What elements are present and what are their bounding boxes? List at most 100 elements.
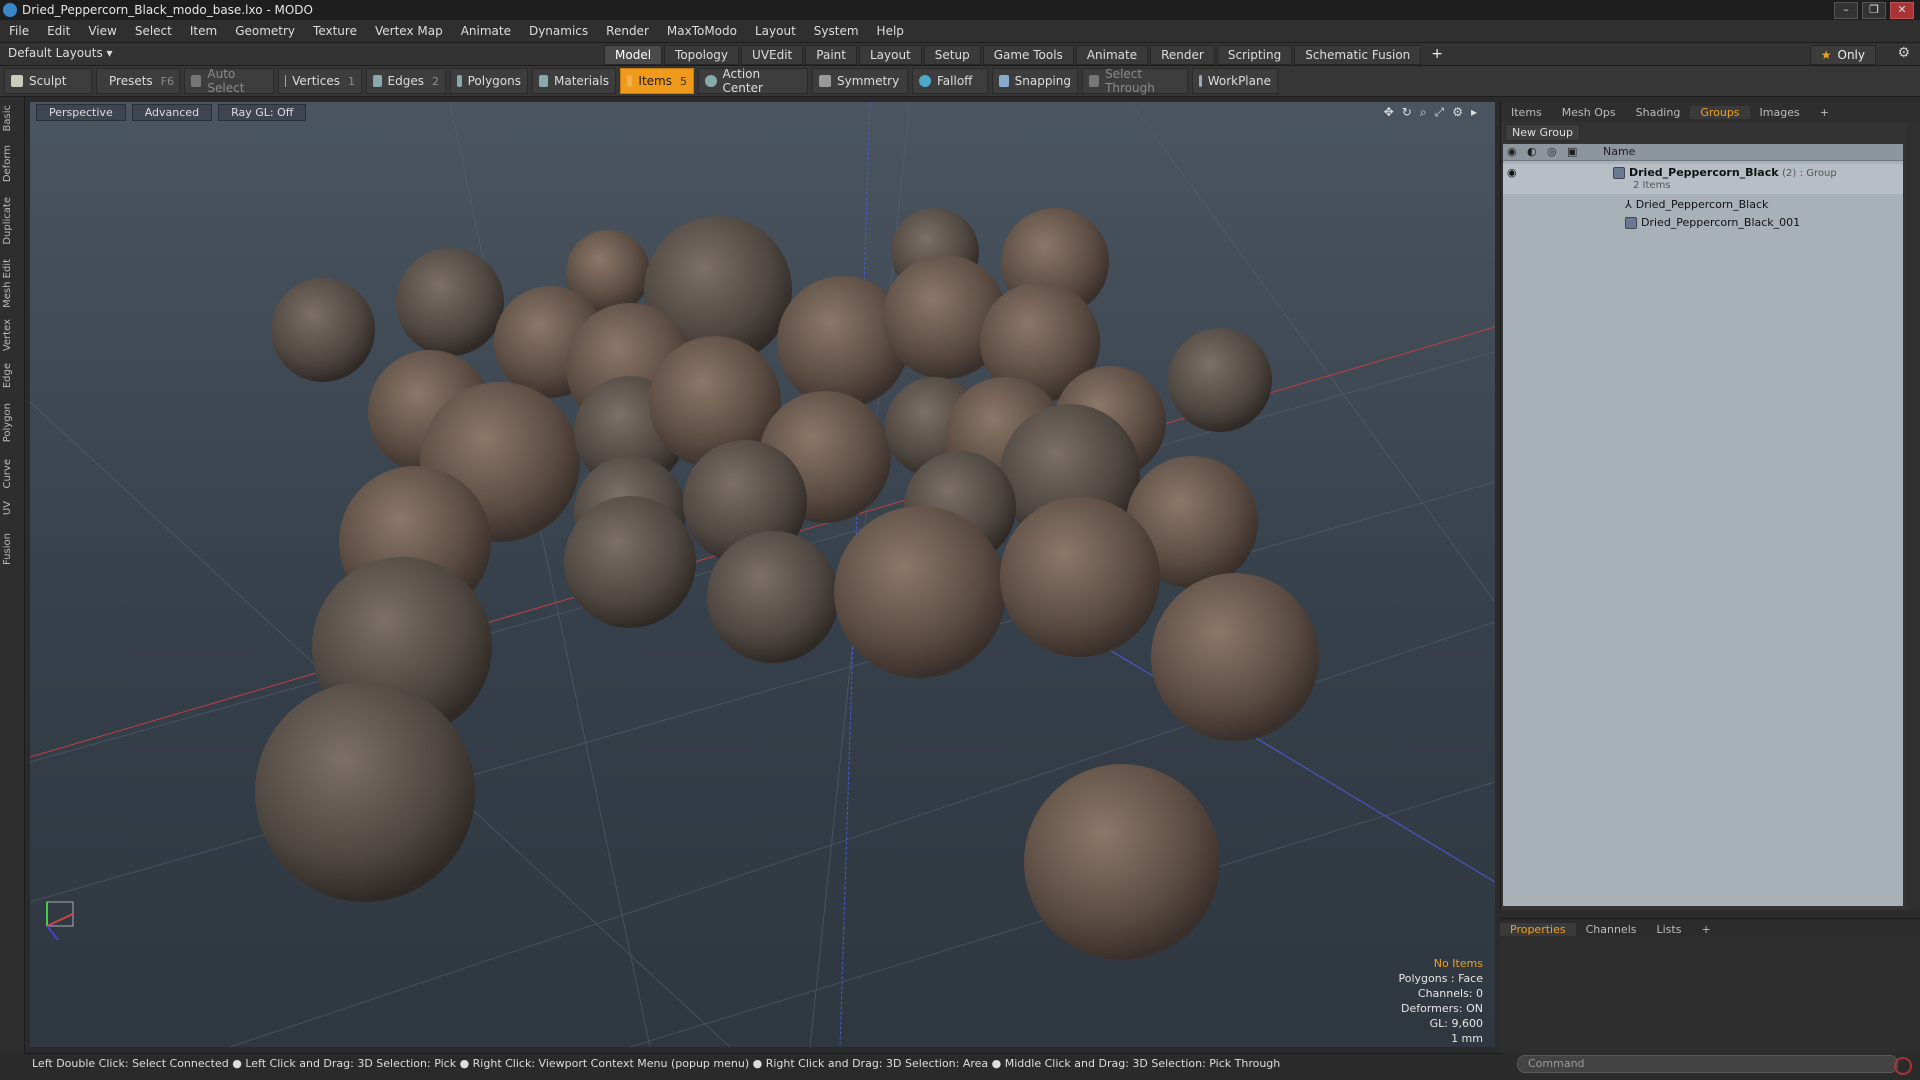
properties-tabs: Properties Channels Lists +: [1500, 919, 1920, 939]
minimize-button[interactable]: –: [1834, 2, 1858, 19]
only-toggle[interactable]: ★ Only: [1809, 45, 1876, 65]
menu-texture[interactable]: Texture: [304, 24, 366, 38]
sculpt-button[interactable]: Sculpt: [4, 68, 92, 94]
edges-button[interactable]: Edges 2: [366, 68, 446, 94]
menu-render[interactable]: Render: [597, 24, 658, 38]
maximize-button[interactable]: ❐: [1862, 2, 1886, 19]
properties-panel: Properties Channels Lists +: [1500, 918, 1920, 1053]
tab-uvedit[interactable]: UVEdit: [741, 45, 804, 65]
group-visibility-eye-icon[interactable]: ◉: [1507, 166, 1517, 179]
tab-scripting[interactable]: Scripting: [1216, 45, 1293, 65]
tab-properties[interactable]: Properties: [1500, 922, 1576, 936]
group-row[interactable]: ◉ Dried_Peppercorn_Black (2) : Group 2 I…: [1503, 164, 1903, 194]
menu-layout[interactable]: Layout: [746, 24, 805, 38]
3d-viewport[interactable]: Perspective Advanced Ray GL: Off ✥ ↻ ⌕ ⤢…: [30, 102, 1495, 1047]
auto-select-label: Auto Select: [207, 67, 245, 95]
tab-items[interactable]: Items: [1501, 106, 1552, 119]
panel-scrollbar[interactable]: [1907, 122, 1920, 910]
tab-layout[interactable]: Layout: [858, 45, 922, 65]
list-item[interactable]: Dried_Peppercorn_Black_001: [1503, 214, 1903, 232]
axis-gizmo-icon: [46, 901, 74, 941]
menu-maxtomodo[interactable]: MaxToModo: [658, 24, 746, 38]
add-panel-tab-button[interactable]: +: [1810, 106, 1839, 119]
pan-icon[interactable]: ✥: [1384, 105, 1394, 120]
polygons-button[interactable]: Polygons: [450, 68, 528, 94]
new-group-button[interactable]: New Group: [1505, 124, 1580, 141]
select-through-icon: [1089, 75, 1100, 87]
zoom-icon[interactable]: ⌕: [1420, 105, 1427, 120]
vertices-button[interactable]: Vertices 1: [278, 68, 362, 94]
add-properties-tab-button[interactable]: +: [1691, 923, 1720, 936]
tab-duplicate[interactable]: Duplicate: [2, 197, 22, 245]
viewport-settings-icon[interactable]: ⚙: [1452, 105, 1463, 120]
snapping-button[interactable]: Snapping: [992, 68, 1078, 94]
action-center-label: Action Center: [722, 67, 763, 95]
tab-edge[interactable]: Edge: [2, 363, 22, 388]
tab-deform[interactable]: Deform: [2, 145, 22, 182]
expand-arrow-icon[interactable]: ▸: [1471, 105, 1477, 120]
menu-vertex-map[interactable]: Vertex Map: [366, 24, 452, 38]
tab-animate[interactable]: Animate: [1075, 45, 1149, 65]
tab-curve[interactable]: Curve: [2, 459, 22, 489]
tab-setup[interactable]: Setup: [923, 45, 981, 65]
menu-item[interactable]: Item: [181, 24, 226, 38]
materials-button[interactable]: Materials: [532, 68, 616, 94]
menu-edit[interactable]: Edit: [38, 24, 79, 38]
select-column-icon[interactable]: ▣: [1567, 144, 1583, 160]
render-toggle-icon[interactable]: ◐: [1527, 144, 1543, 160]
auto-select-button[interactable]: Auto Select: [184, 67, 274, 95]
menu-system[interactable]: System: [805, 24, 868, 38]
tab-render[interactable]: Render: [1150, 45, 1215, 65]
command-input[interactable]: Command: [1517, 1055, 1898, 1073]
tab-vertex[interactable]: Vertex: [2, 319, 22, 351]
default-layouts-dropdown[interactable]: Default Layouts ▾: [8, 46, 113, 60]
tab-images[interactable]: Images: [1750, 106, 1810, 119]
menu-select[interactable]: Select: [126, 24, 181, 38]
menu-animate[interactable]: Animate: [452, 24, 520, 38]
tab-mesh-ops[interactable]: Mesh Ops: [1552, 106, 1626, 119]
gear-icon[interactable]: ⚙: [1897, 45, 1910, 61]
close-button[interactable]: ✕: [1890, 2, 1914, 19]
command-history-icon[interactable]: [1894, 1057, 1912, 1075]
select-through-label: Select Through: [1105, 67, 1155, 95]
select-through-button[interactable]: Select Through: [1082, 67, 1188, 95]
menu-view[interactable]: View: [79, 24, 125, 38]
tab-mesh-edit[interactable]: Mesh Edit: [2, 259, 22, 308]
menu-dynamics[interactable]: Dynamics: [520, 24, 597, 38]
raygl-button[interactable]: Ray GL: Off: [218, 104, 307, 121]
falloff-button[interactable]: Falloff: [912, 68, 988, 94]
menu-file[interactable]: File: [0, 24, 38, 38]
menu-help[interactable]: Help: [868, 24, 913, 38]
items-button[interactable]: Items 5: [620, 68, 694, 94]
list-item[interactable]: ⅄ Dried_Peppercorn_Black: [1503, 196, 1903, 214]
lock-column-icon[interactable]: ◎: [1547, 144, 1563, 160]
tab-shading[interactable]: Shading: [1626, 106, 1691, 119]
tab-lists[interactable]: Lists: [1647, 923, 1692, 936]
tab-game-tools[interactable]: Game Tools: [982, 45, 1074, 65]
name-column-header[interactable]: Name: [1603, 144, 1635, 160]
view-perspective-button[interactable]: Perspective: [36, 104, 126, 121]
tab-schematic-fusion[interactable]: Schematic Fusion: [1294, 45, 1422, 65]
tab-paint[interactable]: Paint: [805, 45, 857, 65]
tab-groups[interactable]: Groups: [1690, 105, 1750, 119]
visibility-eye-icon[interactable]: ◉: [1507, 144, 1523, 160]
presets-button[interactable]: Presets F6: [96, 68, 180, 94]
tab-fusion[interactable]: Fusion: [2, 533, 22, 565]
menu-geometry[interactable]: Geometry: [226, 24, 304, 38]
action-center-button[interactable]: Action Center: [698, 67, 808, 95]
tab-polygon[interactable]: Polygon: [2, 403, 22, 442]
tab-topology[interactable]: Topology: [664, 45, 740, 65]
deformers-info: Deformers: ON: [1401, 1002, 1483, 1015]
tab-channels[interactable]: Channels: [1576, 923, 1647, 936]
rotate-icon[interactable]: ↻: [1402, 105, 1412, 120]
add-tab-button[interactable]: +: [1423, 45, 1451, 65]
left-tool-tabs: Basic Deform Duplicate Mesh Edit Vertex …: [0, 97, 25, 1052]
workplane-button[interactable]: WorkPlane: [1192, 68, 1278, 94]
tab-model[interactable]: Model: [604, 45, 663, 65]
tab-uv[interactable]: UV: [2, 501, 22, 515]
fit-icon[interactable]: ⤢: [1435, 105, 1445, 120]
group-subtitle: 2 Items: [1633, 180, 1671, 191]
tab-basic[interactable]: Basic: [2, 105, 22, 131]
symmetry-button[interactable]: Symmetry: [812, 68, 908, 94]
shading-advanced-button[interactable]: Advanced: [131, 104, 213, 121]
